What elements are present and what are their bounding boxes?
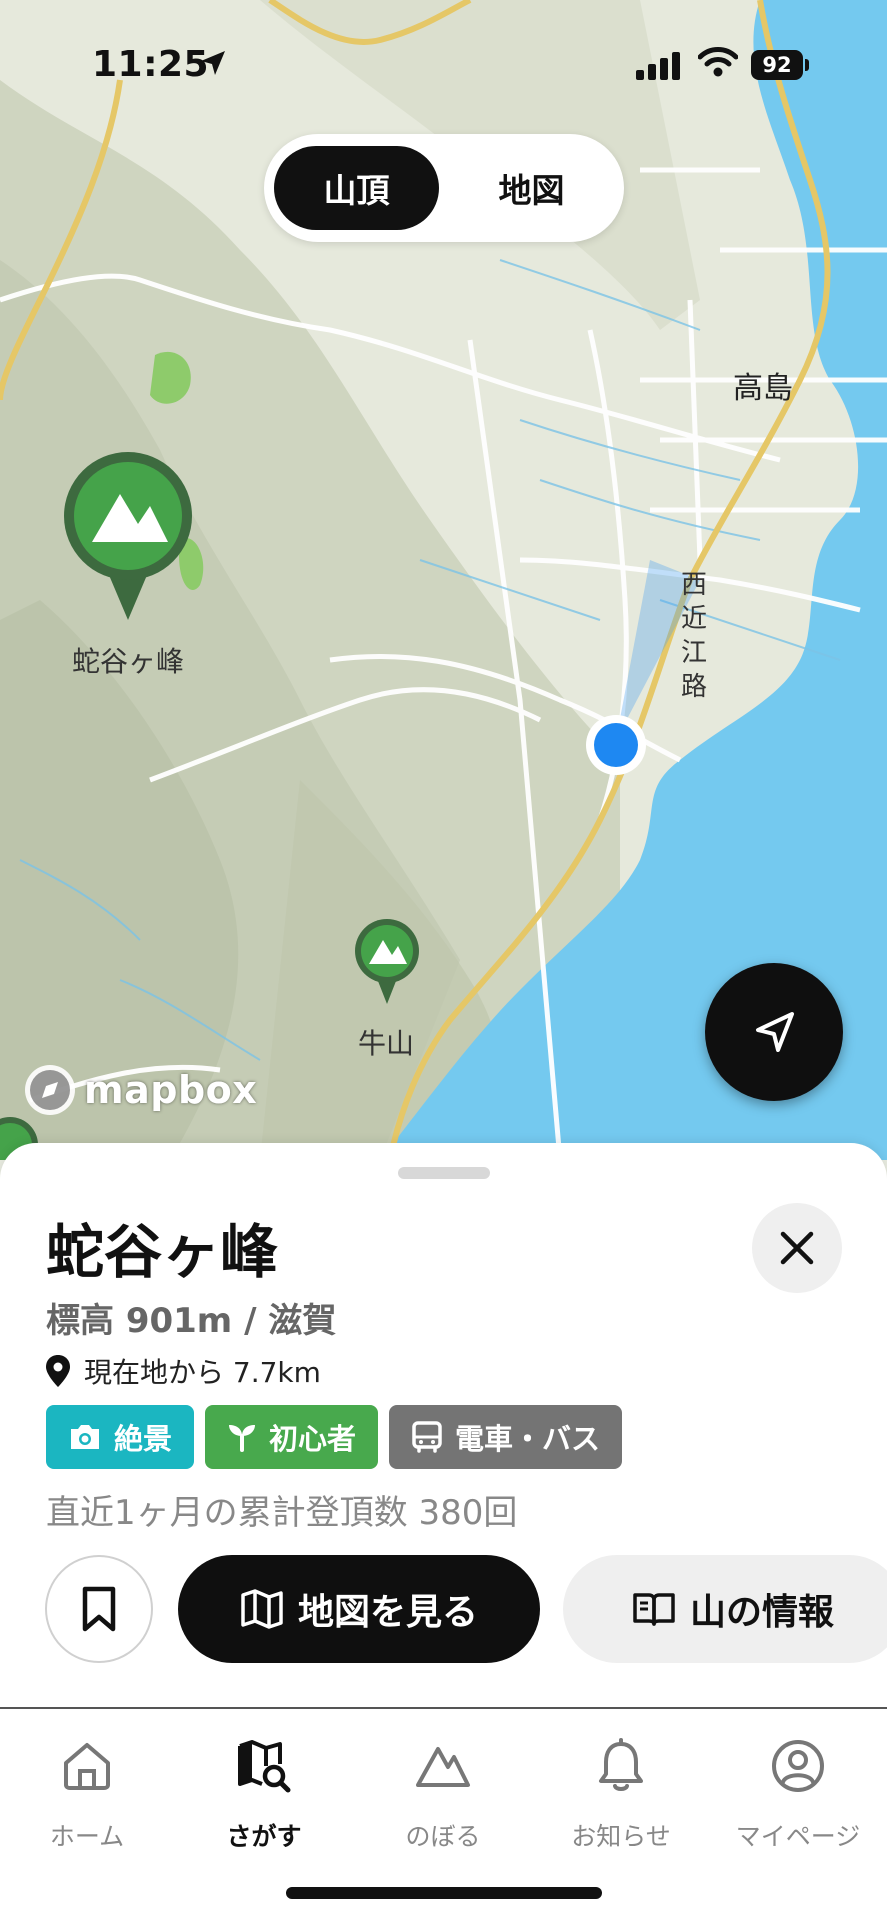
tag-transit: 電車・バス <box>389 1405 623 1469</box>
tag-beginner: 初心者 <box>205 1405 379 1469</box>
mapbox-icon <box>25 1065 75 1115</box>
peak-title: 蛇谷ヶ峰 <box>46 1218 279 1286</box>
tab-bar: ホーム さがす のぼる お知らせ マイページ <box>0 1707 887 1922</box>
tab-label: マイページ <box>735 1822 861 1851</box>
peak-pin-label: 牛山 <box>357 1027 414 1060</box>
cellular-signal-icon <box>636 52 680 80</box>
folded-map-icon <box>241 1589 283 1629</box>
mapbox-logo: mapbox <box>22 1062 257 1118</box>
open-book-icon <box>633 1593 675 1626</box>
battery-nub <box>805 59 809 71</box>
bus-icon <box>412 1421 442 1453</box>
home-icon <box>64 1743 110 1790</box>
place-label: 高島 <box>733 371 793 406</box>
tag-scenic: 絶景 <box>46 1405 195 1469</box>
tab-mypage[interactable]: マイページ <box>718 1735 878 1853</box>
camera-icon <box>71 1425 99 1449</box>
peak-elevation: 標高 901m / 滋賀 <box>46 1301 337 1341</box>
status-time: 11:25 <box>92 44 210 85</box>
battery-indicator: 92 <box>751 50 803 80</box>
close-icon <box>780 1231 814 1265</box>
status-bar: 11:25 92 <box>0 0 887 120</box>
mountain-icon <box>416 1747 470 1787</box>
peak-pin-large[interactable] <box>62 450 194 624</box>
tab-notifications[interactable]: お知らせ <box>541 1735 701 1853</box>
locate-button[interactable] <box>705 963 843 1101</box>
peak-distance: 現在地から 7.7km <box>46 1351 321 1391</box>
road-label: 西近江路 <box>680 570 707 702</box>
distance-text: 現在地から 7.7km <box>84 1356 321 1389</box>
summit-count: 直近1ヶ月の累計登頂数 380回 <box>46 1493 518 1533</box>
bookmark-button[interactable] <box>45 1555 153 1663</box>
sprout-icon <box>229 1425 256 1452</box>
tab-label: さがす <box>226 1822 302 1851</box>
tag-label: 初心者 <box>269 1422 357 1456</box>
tag-label: 電車・バス <box>455 1422 601 1456</box>
map-search-icon <box>238 1740 291 1793</box>
peak-pin-small[interactable] <box>354 918 420 1008</box>
mapbox-attribution: mapbox <box>84 1068 258 1112</box>
wifi-icon <box>698 47 738 77</box>
bell-icon <box>599 1738 643 1791</box>
tab-climb[interactable]: のぼる <box>363 1735 523 1853</box>
mountain-pin-icon <box>355 919 419 1004</box>
tab-label: のぼる <box>405 1822 481 1851</box>
navigation-arrow-icon <box>756 1012 794 1052</box>
sheet-grabber[interactable] <box>398 1167 490 1179</box>
peak-detail-sheet: 蛇谷ヶ峰 標高 901m / 滋賀 現在地から 7.7km 絶景 初心者 電車・… <box>0 1143 887 1708</box>
map-pin-icon <box>46 1355 70 1387</box>
bookmark-icon <box>82 1586 116 1632</box>
segment-peaks[interactable]: 山頂 <box>274 146 439 230</box>
tag-list: 絶景 初心者 電車・バス <box>46 1405 623 1469</box>
tab-home[interactable]: ホーム <box>7 1735 167 1853</box>
close-button[interactable] <box>752 1203 842 1293</box>
tab-label: お知らせ <box>571 1822 671 1851</box>
mountain-pin-icon <box>64 452 192 620</box>
tag-label: 絶景 <box>114 1422 173 1456</box>
home-indicator <box>286 1887 602 1899</box>
user-icon <box>772 1740 824 1792</box>
view-segmented-control: 山頂 地図 <box>264 134 624 242</box>
view-map-button[interactable]: 地図を見る <box>178 1555 540 1663</box>
tab-search[interactable]: さがす <box>184 1735 344 1853</box>
mountain-info-button[interactable]: 山の情報 <box>563 1555 887 1663</box>
view-map-label: 地図を見る <box>297 1592 478 1633</box>
segment-map[interactable]: 地図 <box>449 146 614 230</box>
tab-label: ホーム <box>49 1822 125 1851</box>
mountain-info-label: 山の情報 <box>689 1592 834 1633</box>
peak-pin-label: 蛇谷ヶ峰 <box>71 645 184 678</box>
location-arrow-icon <box>201 51 225 75</box>
